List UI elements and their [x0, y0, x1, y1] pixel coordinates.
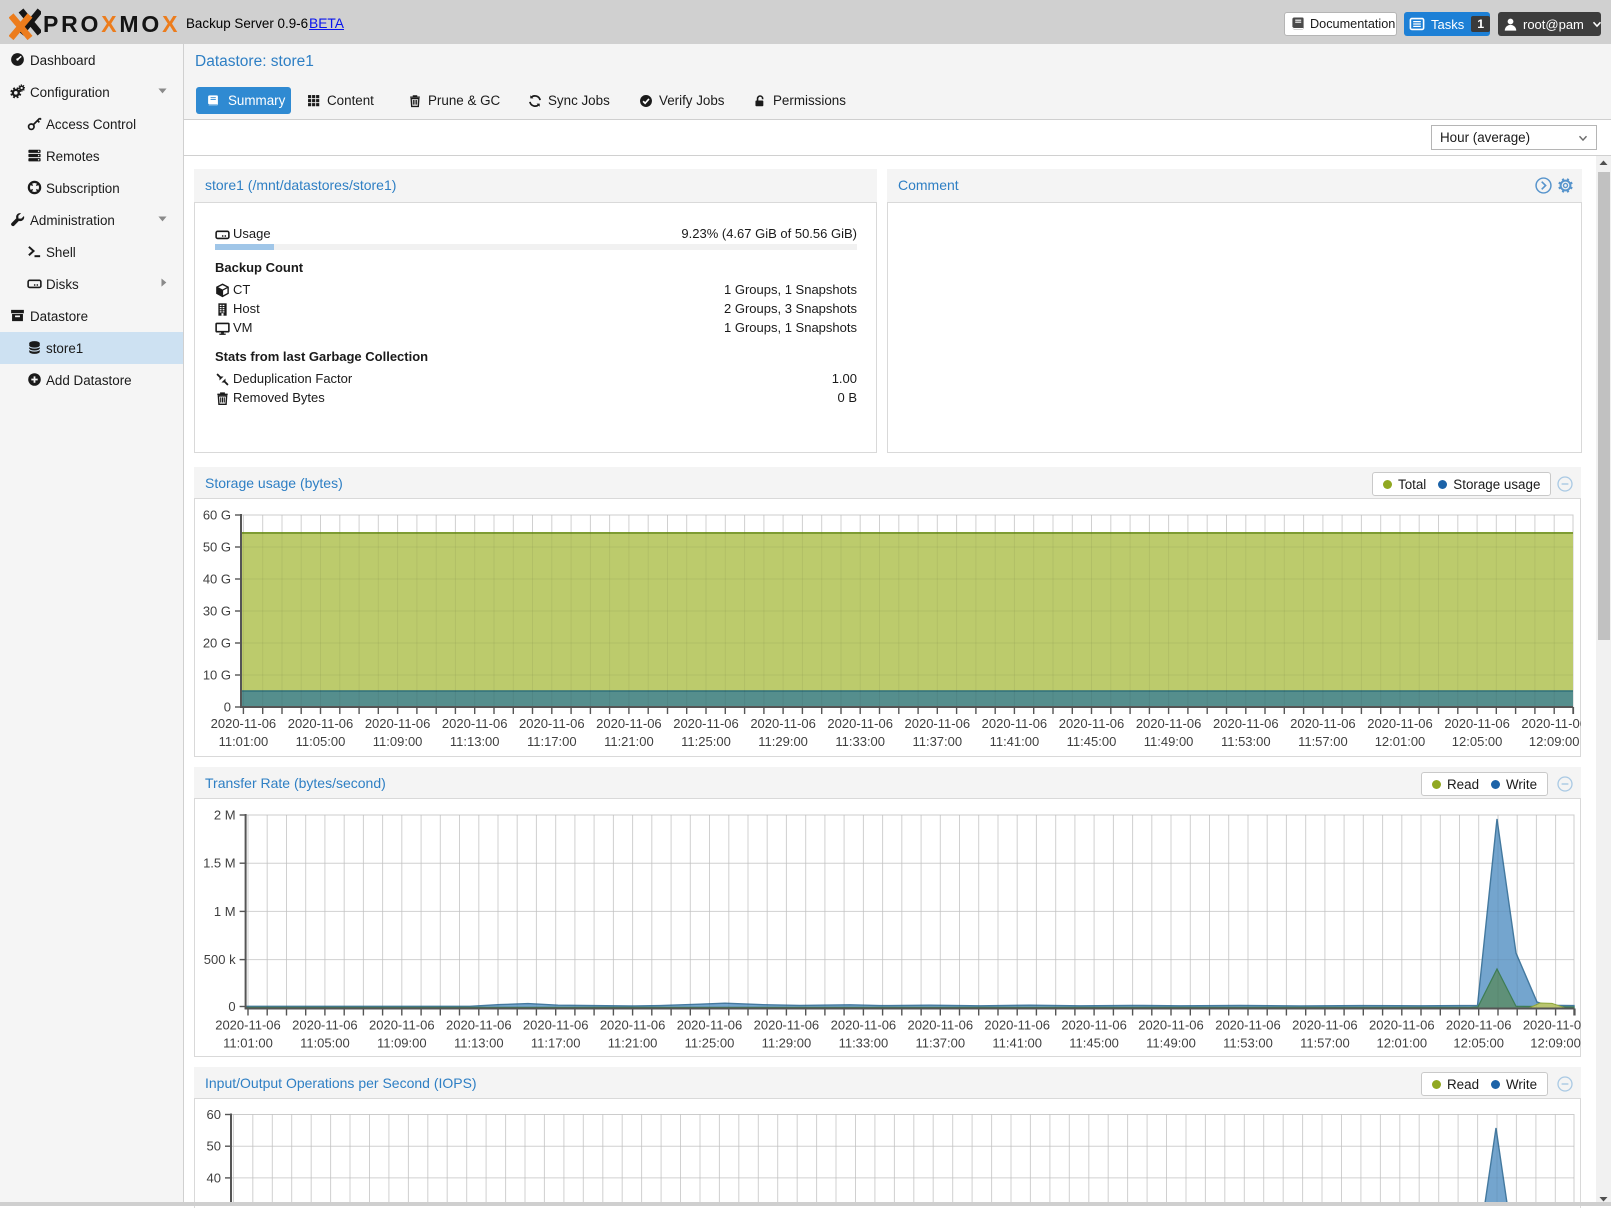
svg-text:2020-11-06: 2020-11-06 — [908, 1018, 974, 1033]
svg-text:12:05:00: 12:05:00 — [1453, 1036, 1504, 1051]
svg-text:11:29:00: 11:29:00 — [762, 1036, 812, 1051]
svg-text:2020-11-06: 2020-11-06 — [211, 716, 277, 731]
svg-text:2020-11-06: 2020-11-06 — [369, 1018, 435, 1033]
svg-text:11:09:00: 11:09:00 — [373, 734, 423, 749]
svg-text:2020-11-06: 2020-11-06 — [523, 1018, 589, 1033]
svg-text:2020-11-06: 2020-11-06 — [1290, 716, 1356, 731]
svg-text:11:53:00: 11:53:00 — [1221, 734, 1271, 749]
svg-text:2020-11-06: 2020-11-06 — [1215, 1018, 1281, 1033]
svg-text:2020-11-06: 2020-11-06 — [519, 716, 585, 731]
svg-text:11:01:00: 11:01:00 — [219, 734, 269, 749]
svg-text:2020-11-06: 2020-11-06 — [596, 716, 662, 731]
svg-text:2020-11-06: 2020-11-06 — [1213, 716, 1279, 731]
svg-text:12:09:00: 12:09:00 — [1530, 1036, 1581, 1051]
svg-text:11:37:00: 11:37:00 — [915, 1036, 965, 1051]
svg-text:2020-11-06: 2020-11-06 — [215, 1018, 281, 1033]
svg-text:11:13:00: 11:13:00 — [450, 734, 500, 749]
svg-text:11:21:00: 11:21:00 — [604, 734, 654, 749]
svg-text:2020-11-06: 2020-11-06 — [446, 1018, 512, 1033]
svg-text:50: 50 — [207, 1139, 221, 1154]
svg-text:2020-11-06: 2020-11-06 — [1367, 716, 1433, 731]
svg-text:11:09:00: 11:09:00 — [377, 1036, 427, 1051]
svg-text:20 G: 20 G — [203, 636, 231, 651]
svg-text:2020-11-06: 2020-11-06 — [600, 1018, 666, 1033]
svg-text:12:05:00: 12:05:00 — [1452, 734, 1503, 749]
svg-text:11:57:00: 11:57:00 — [1300, 1036, 1350, 1051]
svg-text:11:33:00: 11:33:00 — [835, 734, 885, 749]
svg-text:2020-11-06: 2020-11-06 — [1061, 1018, 1127, 1033]
svg-text:2020-11-06: 2020-11-06 — [292, 1018, 358, 1033]
svg-text:1 M: 1 M — [214, 904, 236, 919]
svg-text:11:33:00: 11:33:00 — [839, 1036, 889, 1051]
svg-text:2020-11-06: 2020-11-06 — [1521, 716, 1581, 731]
svg-text:2020-11-06: 2020-11-06 — [984, 1018, 1050, 1033]
svg-text:11:45:00: 11:45:00 — [1069, 1036, 1119, 1051]
svg-text:12:09:00: 12:09:00 — [1529, 734, 1580, 749]
svg-text:2020-11-06: 2020-11-06 — [905, 716, 971, 731]
svg-text:2020-11-06: 2020-11-06 — [1444, 716, 1510, 731]
svg-text:500 k: 500 k — [204, 952, 236, 967]
svg-text:11:25:00: 11:25:00 — [681, 734, 731, 749]
svg-text:2020-11-06: 2020-11-06 — [831, 1018, 897, 1033]
svg-text:2 M: 2 M — [214, 808, 236, 823]
svg-text:2020-11-06: 2020-11-06 — [365, 716, 431, 731]
svg-text:11:49:00: 11:49:00 — [1144, 734, 1194, 749]
svg-text:11:53:00: 11:53:00 — [1223, 1036, 1273, 1051]
svg-text:2020-11-06: 2020-11-06 — [677, 1018, 743, 1033]
svg-text:2020-11-06: 2020-11-06 — [1292, 1018, 1358, 1033]
svg-text:2020-11-06: 2020-11-06 — [288, 716, 354, 731]
svg-text:50 G: 50 G — [203, 540, 231, 555]
svg-text:0: 0 — [224, 700, 231, 715]
svg-text:2020-11-06: 2020-11-06 — [754, 1018, 820, 1033]
svg-text:2020-11-06: 2020-11-06 — [982, 716, 1048, 731]
svg-text:11:49:00: 11:49:00 — [1146, 1036, 1196, 1051]
svg-text:11:29:00: 11:29:00 — [758, 734, 808, 749]
svg-text:11:01:00: 11:01:00 — [223, 1036, 273, 1051]
svg-text:2020-11-06: 2020-11-06 — [1523, 1018, 1581, 1033]
svg-text:11:21:00: 11:21:00 — [608, 1036, 658, 1051]
svg-text:0: 0 — [228, 999, 235, 1014]
svg-text:11:45:00: 11:45:00 — [1067, 734, 1117, 749]
svg-text:2020-11-06: 2020-11-06 — [673, 716, 739, 731]
svg-text:2020-11-06: 2020-11-06 — [1136, 716, 1202, 731]
svg-text:2020-11-06: 2020-11-06 — [827, 716, 893, 731]
svg-text:11:57:00: 11:57:00 — [1298, 734, 1348, 749]
svg-text:11:25:00: 11:25:00 — [685, 1036, 735, 1051]
svg-text:12:01:00: 12:01:00 — [1375, 734, 1426, 749]
svg-text:11:17:00: 11:17:00 — [527, 734, 577, 749]
svg-text:11:05:00: 11:05:00 — [300, 1036, 350, 1051]
svg-text:11:41:00: 11:41:00 — [990, 734, 1040, 749]
svg-text:2020-11-06: 2020-11-06 — [1369, 1018, 1435, 1033]
svg-text:40: 40 — [207, 1170, 221, 1185]
svg-text:60: 60 — [207, 1107, 221, 1122]
svg-text:11:05:00: 11:05:00 — [296, 734, 346, 749]
svg-text:60 G: 60 G — [203, 508, 231, 523]
svg-text:30 G: 30 G — [203, 604, 231, 619]
svg-text:2020-11-06: 2020-11-06 — [1059, 716, 1125, 731]
svg-text:11:41:00: 11:41:00 — [992, 1036, 1042, 1051]
svg-text:11:13:00: 11:13:00 — [454, 1036, 504, 1051]
svg-text:11:17:00: 11:17:00 — [531, 1036, 581, 1051]
svg-text:40 G: 40 G — [203, 572, 231, 587]
svg-text:10 G: 10 G — [203, 668, 231, 683]
svg-text:2020-11-06: 2020-11-06 — [1446, 1018, 1512, 1033]
svg-text:1.5 M: 1.5 M — [203, 856, 236, 871]
svg-text:2020-11-06: 2020-11-06 — [750, 716, 816, 731]
svg-text:11:37:00: 11:37:00 — [912, 734, 962, 749]
svg-text:12:01:00: 12:01:00 — [1376, 1036, 1427, 1051]
svg-text:2020-11-06: 2020-11-06 — [442, 716, 508, 731]
svg-text:2020-11-06: 2020-11-06 — [1138, 1018, 1204, 1033]
